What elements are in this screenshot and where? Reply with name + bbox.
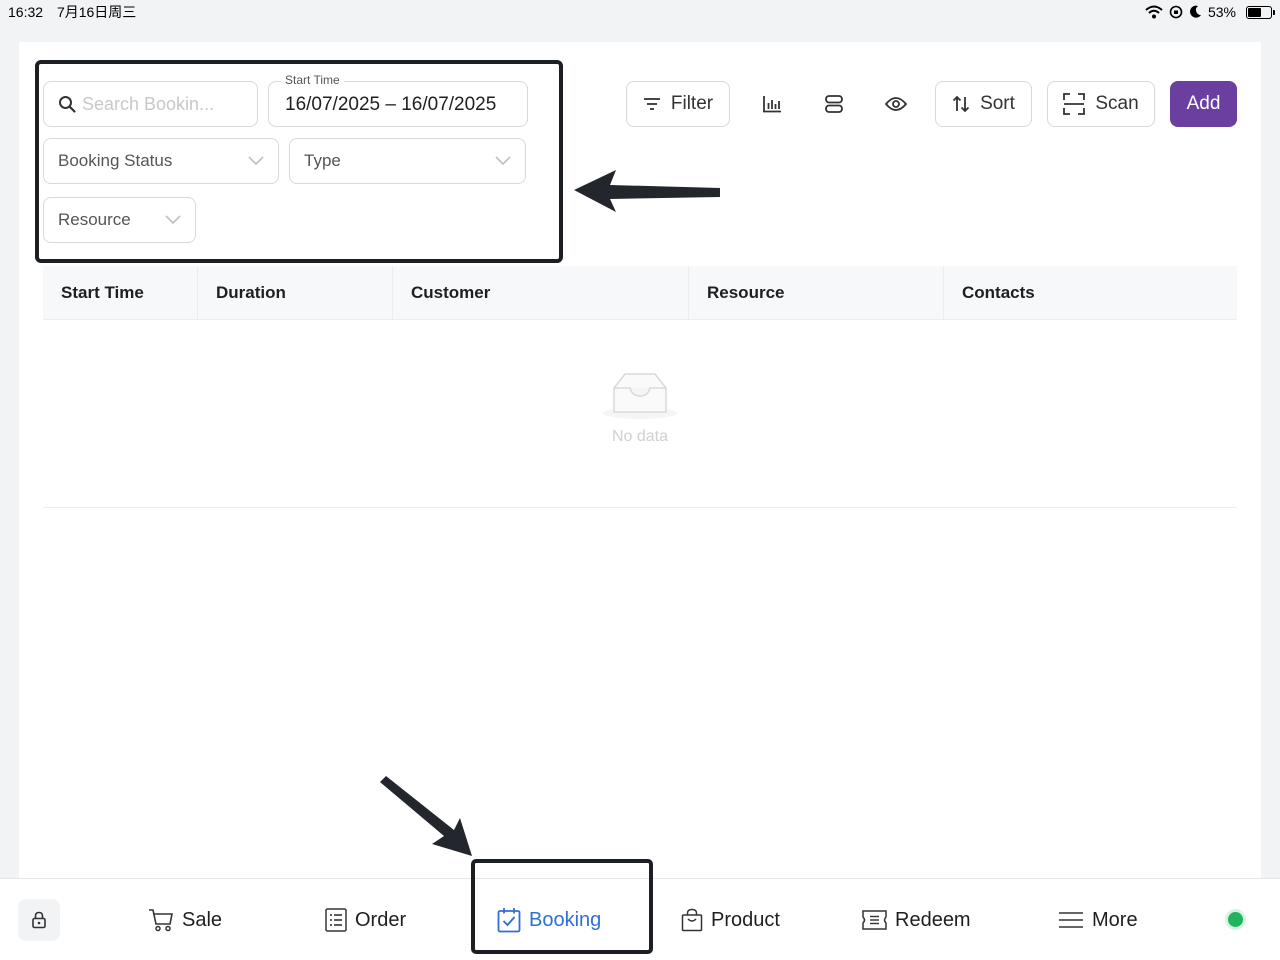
wifi-icon — [1145, 5, 1163, 19]
add-button-label: Add — [1186, 93, 1221, 114]
nav-item-redeem[interactable]: Redeem — [862, 899, 971, 941]
column-header-duration[interactable]: Duration — [198, 266, 393, 320]
search-icon — [59, 96, 76, 113]
battery-percent: 53% — [1207, 4, 1236, 20]
visibility-button[interactable] — [873, 81, 919, 127]
cart-icon — [149, 909, 173, 932]
eye-icon — [885, 97, 907, 111]
status-right: 53% — [1145, 4, 1275, 20]
status-time: 16:32 — [8, 4, 44, 20]
scan-icon — [1063, 93, 1086, 115]
filter-icon — [643, 98, 660, 110]
add-button[interactable]: Add — [1170, 81, 1237, 127]
nav-item-product[interactable]: Product — [681, 899, 780, 941]
empty-state: No data — [43, 370, 1237, 446]
nav-item-label: Order — [355, 908, 407, 931]
status-date: 7月16日周三 — [56, 4, 137, 20]
status-bar: 16:32 7月16日周三 53% — [0, 0, 1280, 24]
booking-status-select[interactable]: Booking Status — [43, 138, 279, 184]
ticket-icon — [862, 910, 887, 930]
chart-button[interactable] — [749, 81, 795, 127]
start-time-label: Start Time — [281, 73, 344, 87]
empty-inbox-icon — [603, 373, 677, 419]
nav-item-order[interactable]: Order — [325, 899, 406, 941]
list-icon — [325, 908, 347, 932]
type-label: Type — [304, 151, 341, 170]
online-status-dot — [1228, 912, 1243, 927]
status-left: 16:32 7月16日周三 — [8, 2, 146, 22]
chevron-down-icon — [165, 215, 181, 225]
moon-icon — [1189, 5, 1201, 18]
bar-chart-icon — [763, 96, 781, 113]
chevron-down-icon — [495, 156, 511, 166]
nav-item-label: Redeem — [895, 908, 971, 931]
column-header-customer[interactable]: Customer — [393, 266, 689, 320]
lock-icon — [32, 911, 46, 929]
nav-item-label: Booking — [529, 908, 602, 931]
sort-icon — [952, 95, 970, 113]
nav-item-sale[interactable]: Sale — [148, 899, 222, 941]
search-input[interactable] — [82, 93, 232, 115]
nav-item-label: More — [1092, 908, 1138, 931]
type-select[interactable]: Type — [289, 138, 526, 184]
bottom-nav: Sale Order Booking Product Redeem More — [0, 878, 1280, 960]
booking-status-label: Booking Status — [58, 151, 173, 170]
column-header-contacts[interactable]: Contacts — [944, 266, 1237, 320]
table-header: Start Time Duration Customer Resource Co… — [43, 266, 1237, 320]
lock-button[interactable] — [18, 899, 60, 941]
scan-button-label: Scan — [1095, 93, 1139, 114]
empty-state-text: No data — [611, 428, 669, 445]
orientation-lock-icon — [1169, 5, 1183, 19]
filter-button[interactable]: Filter — [626, 81, 730, 127]
start-time-value: 16/07/2025 – 16/07/2025 — [285, 94, 497, 115]
resource-select[interactable]: Resource — [43, 197, 196, 243]
sort-button[interactable]: Sort — [935, 81, 1032, 127]
layout-button[interactable] — [811, 81, 857, 127]
resource-label: Resource — [58, 210, 131, 229]
nav-item-more[interactable]: More — [1058, 899, 1138, 941]
sort-button-label: Sort — [980, 93, 1015, 114]
search-box[interactable] — [43, 81, 258, 127]
column-header-start-time[interactable]: Start Time — [43, 266, 198, 320]
menu-icon — [1059, 912, 1083, 928]
chevron-down-icon — [248, 156, 264, 166]
filter-button-label: Filter — [670, 93, 714, 114]
column-header-resource[interactable]: Resource — [689, 266, 944, 320]
nav-item-label: Product — [711, 908, 780, 931]
bag-icon — [681, 908, 703, 932]
battery-icon — [1246, 5, 1275, 19]
table-body: No data — [43, 320, 1237, 508]
start-time-range-picker[interactable]: Start Time 16/07/2025 – 16/07/2025 — [268, 73, 528, 127]
layout-rows-icon — [825, 95, 843, 113]
scan-button[interactable]: Scan — [1047, 81, 1155, 127]
calendar-check-icon — [497, 908, 521, 933]
nav-item-booking[interactable]: Booking — [497, 899, 601, 941]
nav-item-label: Sale — [182, 908, 223, 931]
